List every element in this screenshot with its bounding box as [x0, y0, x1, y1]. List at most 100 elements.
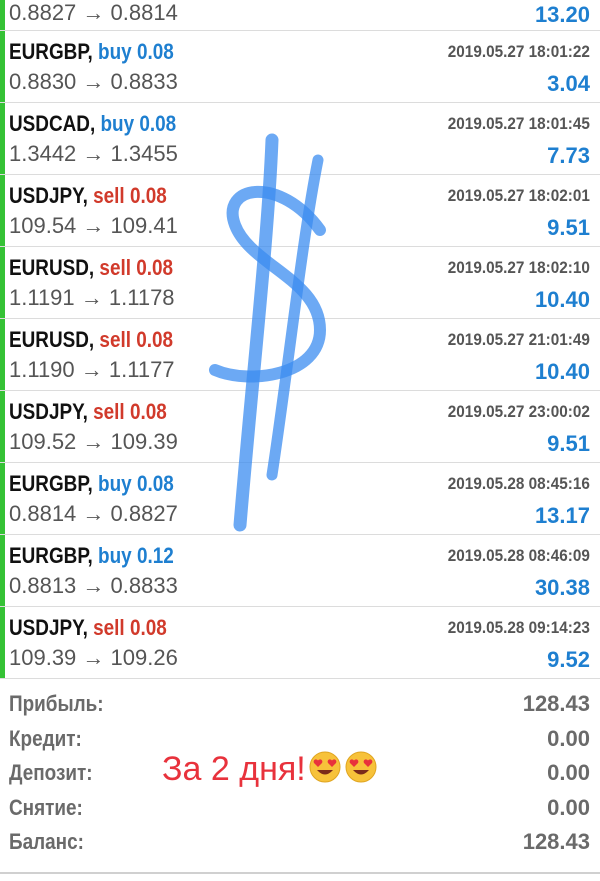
price-close: 109.39: [110, 429, 178, 454]
deal-title: USDJPY, sell 0.08: [9, 615, 167, 640]
deal-price: 0.8813 → 0.8833: [9, 573, 178, 598]
deal-profit: 13.17: [534, 503, 590, 528]
deal-side: sell: [93, 183, 125, 208]
price-open: 0.8827: [9, 0, 77, 25]
deal-symbol: USDCAD: [9, 111, 90, 136]
deal-side: buy: [100, 111, 135, 136]
deal-symbol: USDJPY: [9, 399, 83, 424]
withdrawal-value: 0.00: [547, 794, 590, 820]
price-open: 109.39: [9, 645, 77, 670]
deal-status-bar: [0, 31, 5, 102]
deal-price: 109.52 → 109.39: [9, 429, 178, 454]
price-open: 1.3442: [9, 141, 77, 166]
price-close: 109.26: [110, 645, 178, 670]
profit-label: Прибыль:: [9, 691, 104, 716]
deal-title: EURGBP, buy 0.08: [9, 471, 174, 496]
deal-status-bar: [0, 607, 5, 678]
deal-volume: 0.08: [136, 255, 174, 280]
annotation-label: За 2 дня!: [162, 750, 306, 788]
price-close: 1.3455: [110, 141, 178, 166]
deal-symbol: EURUSD: [9, 255, 89, 280]
deal-symbol: USDJPY: [9, 183, 83, 208]
deal-row[interactable]: USDJPY, sell 0.08 2019.05.28 09:14:23 10…: [0, 607, 600, 679]
deal-time: 2019.05.27 18:01:45: [447, 114, 590, 133]
deal-price: 0.8830 → 0.8833: [9, 69, 178, 94]
summary-row-profit: Прибыль: 128.43: [0, 689, 600, 724]
deal-profit: 30.38: [534, 575, 590, 600]
deal-symbol: EURGBP: [9, 543, 88, 568]
deal-row[interactable]: USDJPY, sell 0.08 2019.05.27 23:00:02 10…: [0, 391, 600, 463]
deal-volume: 0.08: [129, 399, 167, 424]
price-close: 0.8833: [110, 69, 178, 94]
price-open: 1.1191: [9, 285, 75, 310]
deal-profit: 10.40: [534, 359, 590, 384]
price-open: 0.8814: [9, 501, 77, 526]
deal-price: 109.39 → 109.26: [9, 645, 178, 670]
deal-symbol: EURGBP: [9, 471, 88, 496]
summary-row-balance: Баланс: 128.43: [0, 827, 600, 862]
deal-time: 2019.05.27 18:01:22: [447, 42, 590, 61]
deal-status-bar: [0, 0, 5, 30]
annotation-text: За 2 дня!: [162, 750, 378, 793]
deal-symbol: USDJPY: [9, 615, 83, 640]
deal-volume: 0.08: [136, 327, 174, 352]
deal-row[interactable]: EURGBP, buy 0.12 2019.05.28 08:46:09 0.8…: [0, 535, 600, 607]
credit-value: 0.00: [547, 725, 590, 751]
deal-volume: 0.08: [129, 183, 167, 208]
deal-row[interactable]: EURUSD, sell 0.08 2019.05.27 18:02:10 1.…: [0, 247, 600, 319]
deal-time: 2019.05.28 09:14:23: [447, 618, 590, 637]
deal-volume: 0.08: [129, 615, 167, 640]
deal-symbol: EURUSD: [9, 327, 89, 352]
deal-status-bar: [0, 391, 5, 462]
deal-time: 2019.05.27 21:01:49: [447, 330, 590, 349]
price-close: 0.8814: [110, 0, 178, 25]
deal-row[interactable]: USDCAD, buy 0.08 2019.05.27 18:01:45 1.3…: [0, 103, 600, 175]
deal-row[interactable]: USDJPY, sell 0.08 2019.05.27 18:02:01 10…: [0, 175, 600, 247]
deal-row[interactable]: 0.8827 → 0.8814 13.20: [0, 0, 600, 31]
deal-profit: 9.52: [547, 647, 590, 672]
deal-price: 0.8827 → 0.8814: [9, 0, 178, 25]
price-close: 0.8833: [110, 573, 178, 598]
deal-price: 109.54 → 109.41: [9, 213, 178, 238]
deal-status-bar: [0, 175, 5, 246]
price-close: 0.8827: [110, 501, 178, 526]
deal-time: 2019.05.27 18:02:10: [447, 258, 590, 277]
summary-row-withdrawal: Снятие: 0.00: [0, 793, 600, 828]
balance-value: 128.43: [522, 829, 590, 854]
deal-time: 2019.05.27 18:02:01: [447, 186, 590, 205]
deal-status-bar: [0, 103, 5, 174]
price-open: 109.52: [9, 429, 77, 454]
deal-price: 1.1191 → 1.1178: [9, 285, 175, 310]
price-close: 1.1177: [108, 357, 175, 382]
deal-side: buy: [98, 543, 132, 568]
deal-side: buy: [98, 471, 132, 496]
deal-title: EURUSD, sell 0.08: [9, 255, 174, 280]
price-open: 0.8830: [9, 69, 77, 94]
deal-volume: 0.08: [136, 39, 174, 64]
deal-title: USDJPY, sell 0.08: [9, 399, 167, 424]
deal-side: sell: [93, 399, 125, 424]
deal-title: EURUSD, sell 0.08: [9, 327, 174, 352]
deals-list: 0.8827 → 0.8814 13.20 EURGBP, buy 0.08 2…: [0, 0, 600, 679]
deal-time: 2019.05.27 23:00:02: [447, 402, 590, 421]
deal-status-bar: [0, 463, 5, 534]
deal-profit: 9.51: [547, 431, 590, 456]
deal-profit: 3.04: [547, 71, 590, 96]
balance-label: Баланс:: [9, 829, 84, 854]
deal-row[interactable]: EURGBP, buy 0.08 2019.05.28 08:45:16 0.8…: [0, 463, 600, 535]
heart-eyes-emoji-icon: [308, 750, 342, 793]
deal-profit: 10.40: [534, 287, 590, 312]
credit-label: Кредит:: [9, 725, 82, 751]
deal-status-bar: [0, 319, 5, 390]
deposit-label: Депозит:: [9, 760, 93, 785]
deal-row[interactable]: EURGBP, buy 0.08 2019.05.27 18:01:22 0.8…: [0, 31, 600, 103]
deal-row[interactable]: EURUSD, sell 0.08 2019.05.27 21:01:49 1.…: [0, 319, 600, 391]
deal-title: USDJPY, sell 0.08: [9, 183, 167, 208]
deal-title: EURGBP, buy 0.12: [9, 543, 174, 568]
price-close: 1.1178: [108, 285, 175, 310]
price-open: 1.1190: [9, 357, 75, 382]
heart-eyes-emoji-icon: [344, 750, 378, 793]
deal-status-bar: [0, 247, 5, 318]
deal-title: EURGBP, buy 0.08: [9, 39, 174, 64]
deal-volume: 0.08: [139, 111, 177, 136]
